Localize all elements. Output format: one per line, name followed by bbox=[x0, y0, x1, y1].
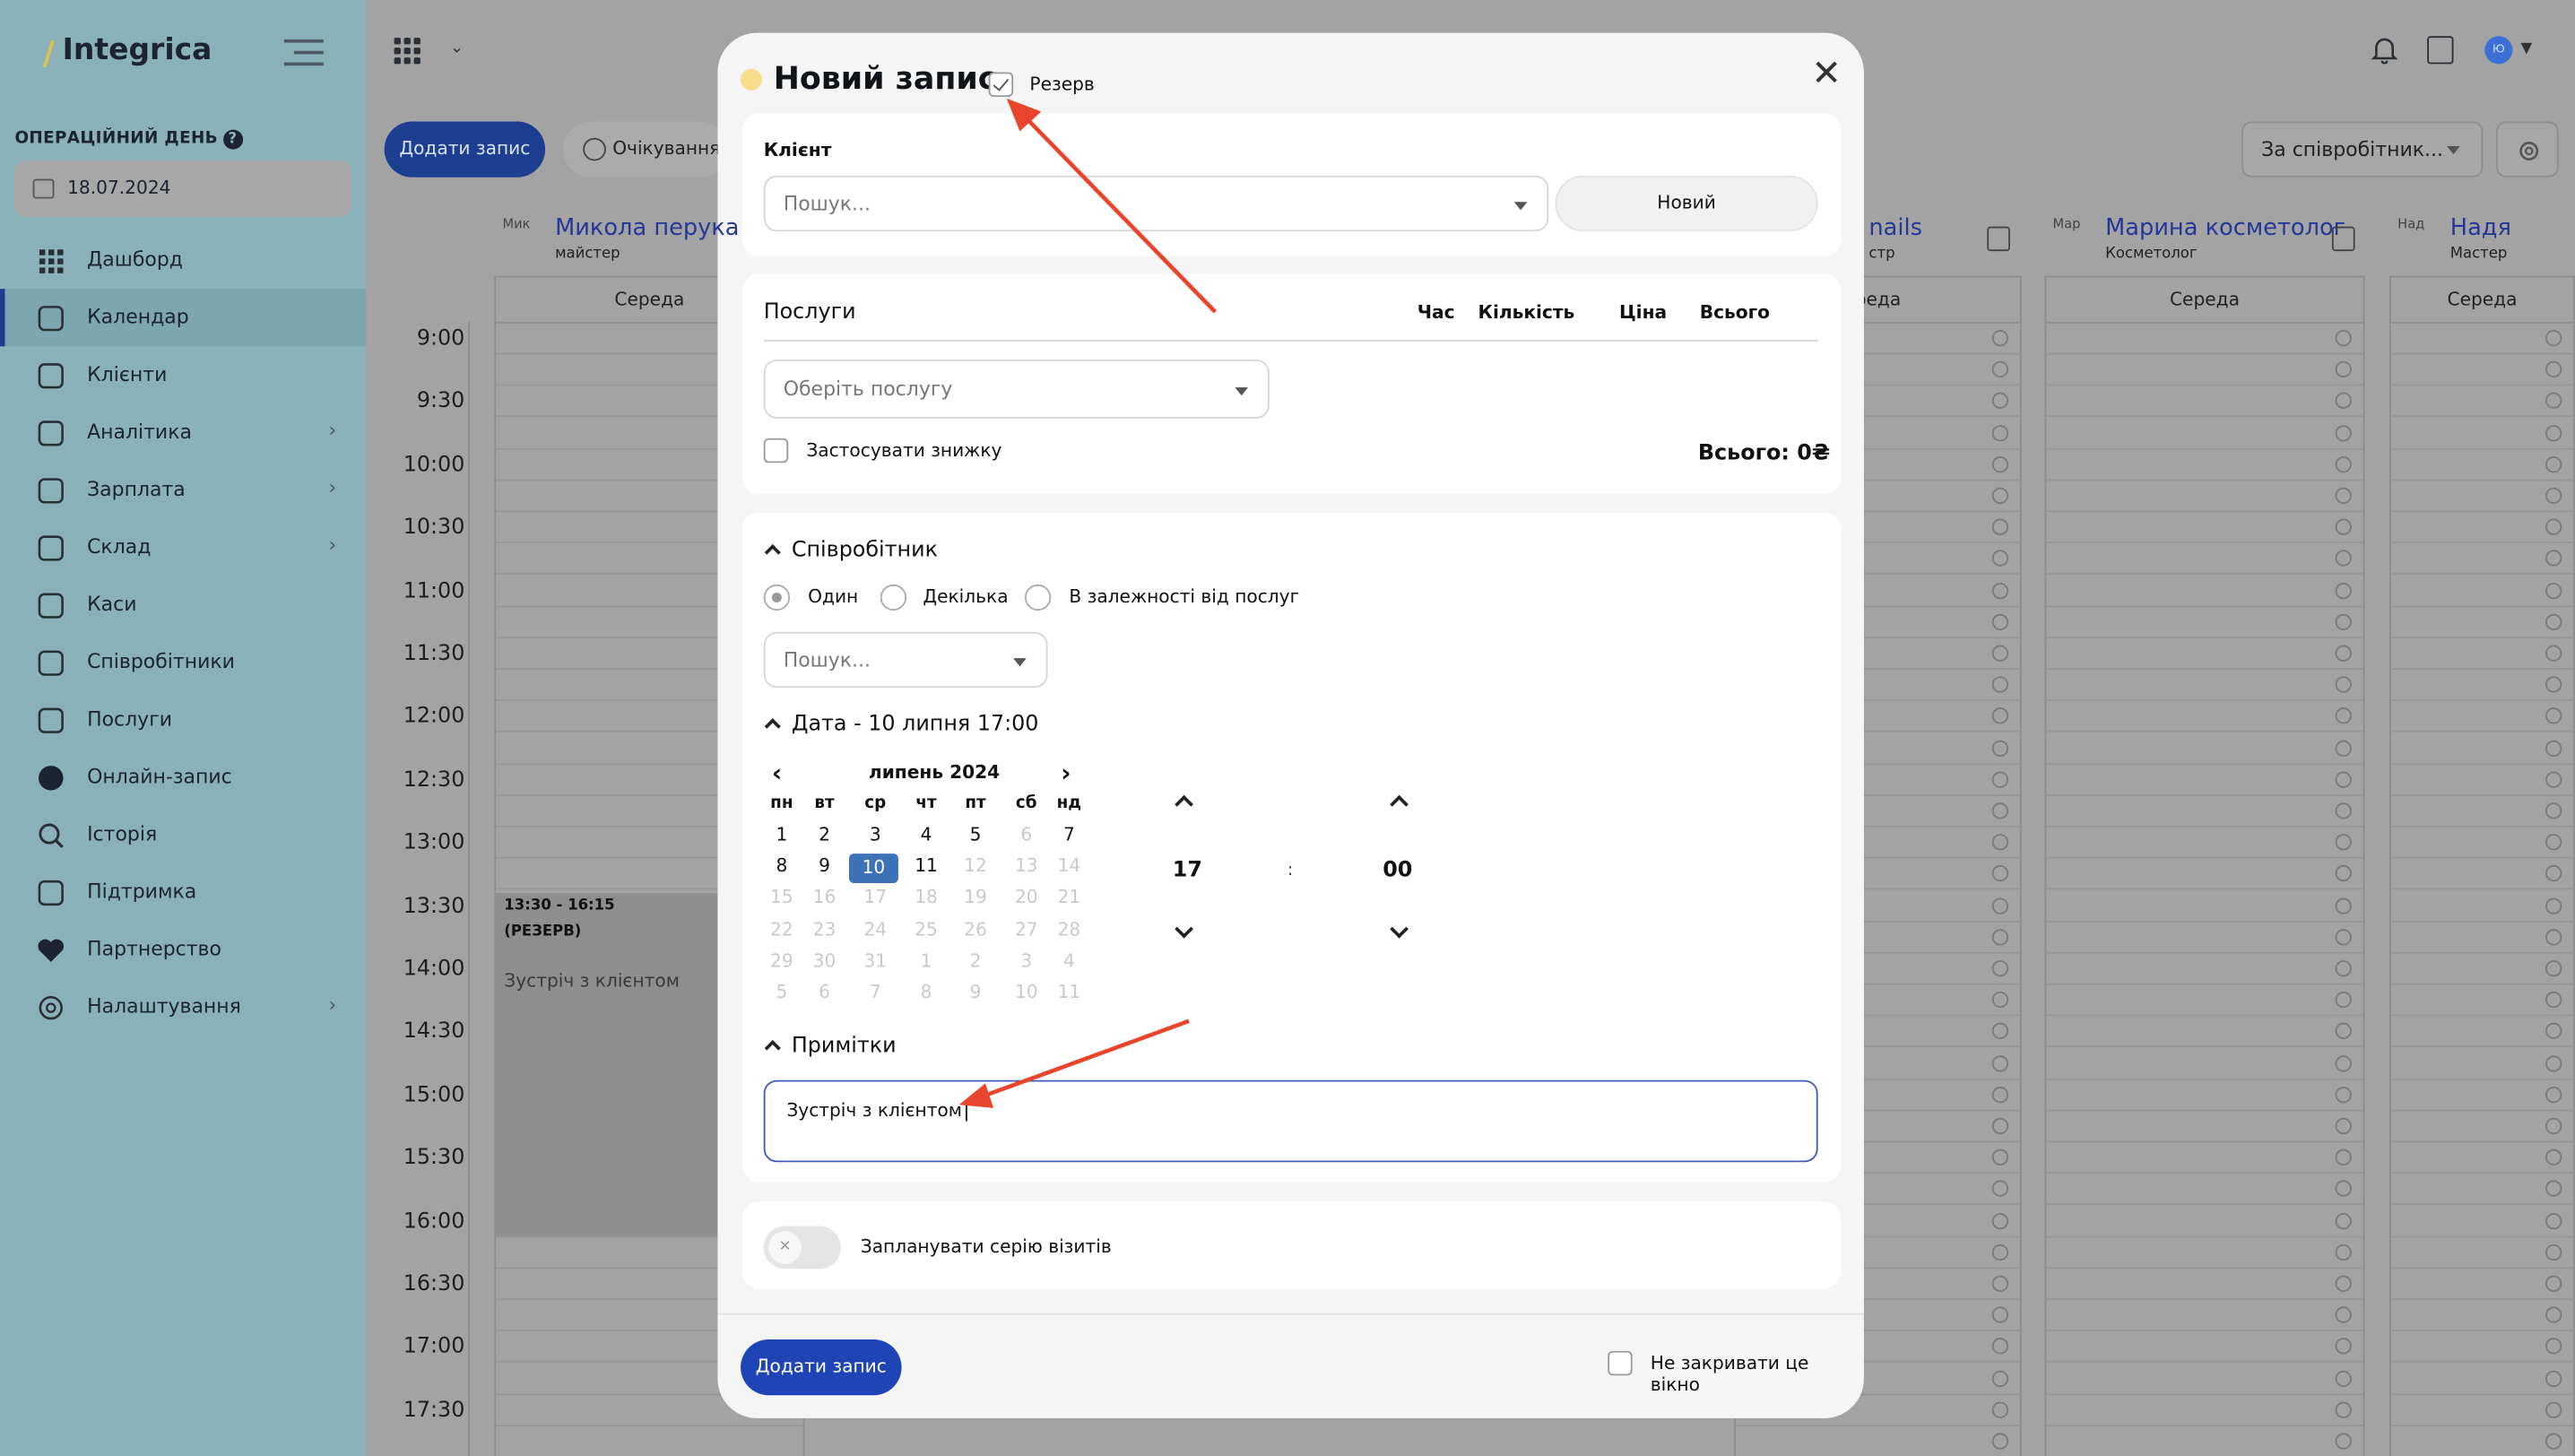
staff-header[interactable]: Мик Микола перука майстер bbox=[502, 213, 863, 273]
staff-role: стр bbox=[1868, 246, 1895, 263]
annotation-arrow bbox=[981, 1018, 1190, 1099]
staff-name: Микола перука bbox=[555, 214, 740, 242]
staff-photo: Мик bbox=[502, 216, 531, 232]
staff-role: Косметолог bbox=[2105, 246, 2198, 263]
staff-name: Марина косметолог bbox=[2105, 214, 2346, 242]
staff-header[interactable]: Над Надя Мастер bbox=[2397, 213, 2575, 273]
calendar-icon[interactable] bbox=[2331, 226, 2355, 252]
staff-role: Мастер bbox=[2449, 246, 2508, 263]
calendar-icon[interactable] bbox=[1987, 226, 2010, 252]
annotation-arrow bbox=[1021, 113, 1218, 314]
staff-photo: Мар bbox=[2052, 216, 2081, 232]
staff-photo: Над bbox=[2397, 216, 2425, 232]
staff-header[interactable]: Мар Марина косметолог Косметолог bbox=[2053, 213, 2415, 273]
staff-name: nails bbox=[1868, 214, 1922, 242]
staff-role: майстер bbox=[555, 246, 620, 263]
staff-name: Надя bbox=[2449, 214, 2511, 242]
annotation-arrowhead bbox=[958, 1083, 994, 1108]
